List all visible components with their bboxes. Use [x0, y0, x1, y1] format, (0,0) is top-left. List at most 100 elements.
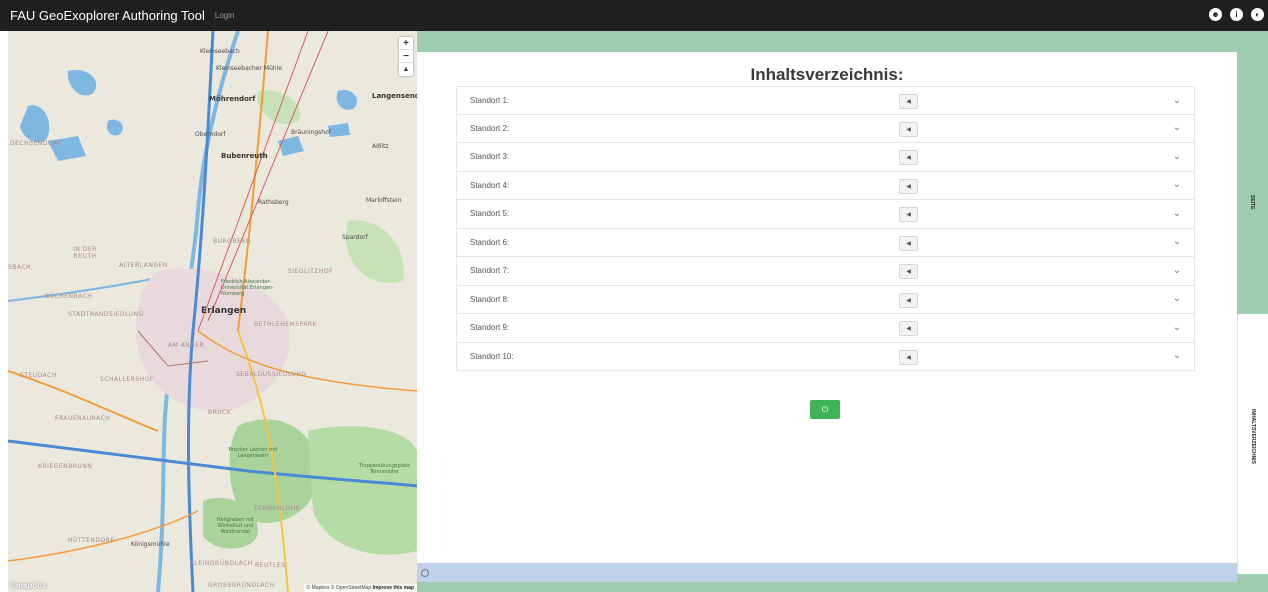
location-label: Standort 2: [470, 123, 510, 133]
map-label-dechsendorf: DECHSENDORF [10, 140, 62, 147]
map-label-bach: SBACH [8, 264, 32, 271]
play-audio-button[interactable]: ◀ [899, 94, 918, 109]
map-label-buechenbach: BÜCHENBACH [45, 293, 93, 300]
attribution-text[interactable]: © Mapbox © OpenStreetMap [307, 585, 372, 591]
map-label-stadtrandsiedlung: STADTRANDSIEDLUNG [68, 311, 144, 318]
chevron-down-icon[interactable]: ⌄ [1172, 151, 1182, 162]
zoom-in-button[interactable]: + [399, 37, 413, 50]
map-label-burgberg: BURGBERG [213, 238, 252, 245]
play-audio-button[interactable]: ◀ [899, 235, 918, 251]
play-audio-button[interactable]: ◀ [899, 121, 918, 137]
list-item[interactable]: Standort 3: ◀ ⌄ [456, 143, 1195, 172]
location-label: Standort 9: [470, 323, 510, 333]
user-icon[interactable]: ☻ [1209, 8, 1222, 21]
editor-panel: Inhaltsverzeichnis: Standort 1: ◀ ⌄ Stan… [417, 31, 1268, 592]
page-title: Inhaltsverzeichnis: [750, 65, 904, 84]
map-label-kleingruendlach: KLEINGRÜNDLACH [190, 560, 253, 567]
map-label-am-anger: AM ANGER [168, 342, 205, 349]
play-audio-button[interactable]: ◀ [899, 349, 918, 365]
location-label: Standort 10: [470, 351, 514, 361]
map-label-adlitz: Adlitz [372, 143, 389, 150]
tab-seite[interactable]: SEITE [1237, 52, 1268, 314]
chevron-down-icon[interactable]: ⌄ [1172, 122, 1182, 133]
map-label-langensendelbach: Langensende [372, 92, 417, 100]
chevron-down-icon[interactable]: ⌄ [1172, 293, 1182, 304]
map-zoom-control: + − ▲ [399, 37, 413, 76]
tab-seite-label: SEITE [1249, 195, 1255, 210]
map-label-marloffstein: Marloffstein [366, 197, 402, 204]
map-label-sieglitzhof: SIEGLITZHOF [288, 268, 334, 275]
map-label-alterlangen: ALTERLANGEN [119, 262, 168, 269]
map-label-sebaldussiedlung: SEBALDUSSIEDLUNG [236, 371, 307, 378]
chevron-down-icon[interactable]: ⌄ [1172, 236, 1182, 247]
improve-map-link[interactable]: Improve this map [373, 585, 414, 591]
map-label-steudach: STEUDACH [20, 372, 57, 379]
play-audio-button[interactable]: ◀ [899, 321, 918, 336]
location-label: Standort 5: [470, 209, 510, 219]
list-item[interactable]: Standort 4: ◀ ⌄ [456, 171, 1195, 200]
map-label-moehrendorf: Möhrendorf [209, 95, 256, 103]
map-label-braeuningshof: Bräuningshof [291, 129, 331, 136]
chevron-down-icon[interactable]: ⌄ [1172, 322, 1182, 333]
map-label-bruck: BRUCK [208, 409, 232, 416]
logout-icon[interactable]: ◐ [1251, 8, 1264, 21]
list-item[interactable]: Standort 9: ◀ ⌄ [456, 314, 1195, 343]
list-item[interactable]: Standort 10: ◀ ⌄ [456, 342, 1195, 371]
chevron-down-icon[interactable]: ⌄ [1172, 208, 1182, 219]
map-label-brucker-lache: Brucker Lachen mit Langenwehr [228, 447, 278, 459]
topbar-icons: ☻ i ◐ [1209, 8, 1264, 21]
tab-inhaltsverzeichnis[interactable]: INHALTSVERZEICHNIS [1237, 314, 1268, 574]
map-label-bethlehemspark: BETHLEHEMSPARK [254, 321, 317, 328]
list-item[interactable]: Standort 2: ◀ ⌄ [456, 114, 1195, 143]
zoom-out-button[interactable]: − [399, 50, 413, 63]
top-navbar: FAU GeoExoplorer Authoring Tool Login ☻ … [0, 0, 1268, 31]
chevron-down-icon[interactable]: ⌄ [1172, 95, 1182, 106]
settings-icon[interactable] [421, 568, 429, 577]
map-label-koenigsmuehle: Königsmühle [131, 541, 170, 548]
play-audio-button[interactable]: ◀ [899, 150, 918, 165]
tab-inhaltsverzeichnis-label: INHALTSVERZEICHNIS [1250, 409, 1256, 464]
map-label-fau: Friedrich-Alexander-Universität Erlangen… [221, 279, 274, 297]
play-audio-button[interactable]: ◀ [899, 264, 918, 279]
list-item[interactable]: Standort 5: ◀ ⌄ [456, 200, 1195, 229]
list-item[interactable]: Standort 1: ◀ ⌄ [456, 86, 1195, 115]
list-item[interactable]: Standort 8: ◀ ⌄ [456, 285, 1195, 314]
location-label: Standort 8: [470, 294, 510, 304]
info-icon[interactable]: i [1230, 8, 1243, 21]
map-label-kleinseebach: Kleinseebach [200, 48, 240, 55]
map-label-erlangen: Erlangen [201, 306, 247, 316]
login-link[interactable]: Login [215, 11, 235, 20]
map-label-heilgraben: Heilgraben mit Winkelhuf und Waldhorstel [216, 517, 255, 535]
list-item[interactable]: Standort 6: ◀ ⌄ [456, 228, 1195, 257]
location-list: Standort 1: ◀ ⌄ Standort 2: ◀ ⌄ Standort… [456, 86, 1195, 371]
play-audio-button[interactable]: ◀ [899, 178, 918, 194]
map-label-reutles: REUTLES [255, 562, 286, 569]
map-label-bubenreuth: Bubenreuth [221, 152, 268, 160]
location-label: Standort 7: [470, 266, 510, 276]
location-label: Standort 4: [470, 180, 510, 190]
map-label-kriegenbrunn: KRIEGENBRUNN [38, 463, 93, 470]
map-label-spardorf: Spardorf [342, 234, 368, 241]
map-label-grossgruendlach: GROSSGRÜNDLACH [208, 582, 275, 589]
map-attribution: © Mapbox © OpenStreetMap Improve this ma… [303, 584, 417, 592]
mapbox-logo[interactable]: ©mapbox [10, 581, 47, 590]
chevron-down-icon[interactable]: ⌄ [1172, 179, 1182, 190]
map-label-rathsberg: Rathsberg [258, 199, 289, 206]
map-label-oberndorf: Oberndorf [195, 131, 226, 138]
play-audio-button[interactable]: ◀ [899, 207, 918, 222]
location-label: Standort 1: [470, 95, 510, 105]
map-label-tennenlohe: TENNENLOHE [254, 505, 300, 512]
play-audio-button[interactable]: ◀ [899, 292, 918, 308]
list-item[interactable]: Standort 7: ◀ ⌄ [456, 257, 1195, 286]
chevron-down-icon[interactable]: ⌄ [1172, 350, 1182, 361]
bottom-toolbar [417, 563, 1237, 582]
save-button[interactable]: ⏻ [810, 400, 840, 419]
map-label-truppenuebungsplatz: Truppenübungsplatz Tennenlohe [359, 463, 410, 475]
location-label: Standort 6: [470, 237, 510, 247]
map-label-frauenaurach: FRAUENAURACH [55, 415, 111, 422]
compass-button[interactable]: ▲ [399, 63, 413, 76]
location-label: Standort 3: [470, 152, 510, 162]
map-label-schallershof: SCHALLERSHOF [100, 376, 154, 383]
chevron-down-icon[interactable]: ⌄ [1172, 265, 1182, 276]
map-panel[interactable]: Kleinseebach Kleinseebacher Mühle Möhren… [8, 31, 417, 592]
